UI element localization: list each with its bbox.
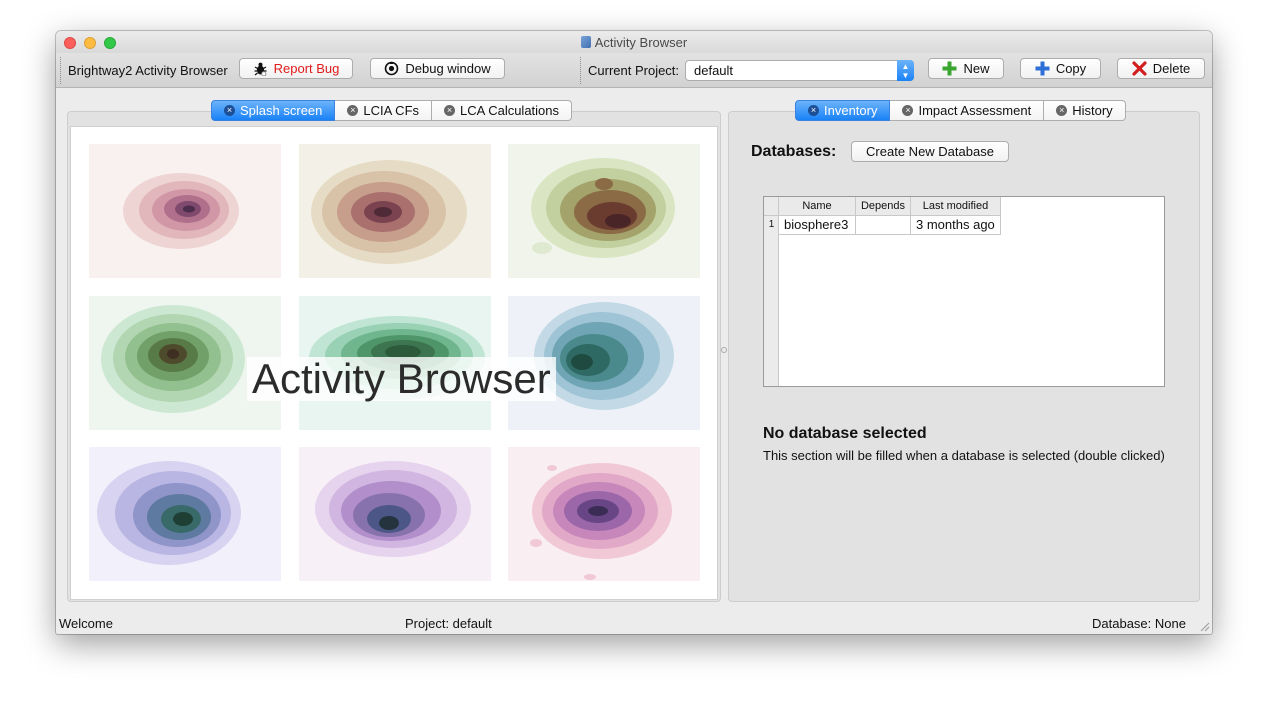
databases-heading: Databases: [751, 143, 837, 160]
status-welcome: Welcome [59, 616, 113, 631]
tab-label: LCA Calculations [460, 103, 560, 118]
close-tab-icon[interactable]: × [224, 105, 235, 116]
new-project-button[interactable]: New [928, 58, 1004, 79]
tab-label: Impact Assessment [918, 103, 1032, 118]
status-project: Project: default [405, 616, 492, 631]
debug-icon [384, 61, 399, 76]
report-bug-label: Report Bug [273, 61, 340, 76]
toolbar-separator [60, 57, 61, 84]
tab-label: Splash screen [240, 103, 323, 118]
toolbar: Brightway2 Activity Browser Report Bug D… [56, 53, 1212, 88]
project-select-value: default [694, 63, 734, 78]
close-tab-icon[interactable]: × [902, 105, 914, 116]
tab-label: Inventory [824, 103, 878, 118]
splash-density-plot-image [508, 447, 700, 581]
tab-impact-assessment[interactable]: × Impact Assessment [890, 100, 1045, 121]
splash-density-plot-image [299, 447, 491, 581]
close-tab-icon[interactable]: × [1056, 105, 1068, 116]
tab-lcia-cfs[interactable]: × LCIA CFs [335, 100, 433, 121]
splash-density-plot-image [89, 144, 281, 278]
window-title-text: Activity Browser [594, 35, 688, 50]
delete-label: Delete [1152, 61, 1191, 76]
splash-density-plot-image [89, 447, 281, 581]
splitter-handle[interactable] [721, 347, 727, 353]
column-header-name[interactable]: Name [779, 197, 856, 216]
no-database-text: This section will be filled when a datab… [763, 448, 1165, 463]
table-cell-depends[interactable] [856, 216, 911, 235]
toolbar-separator [580, 57, 581, 84]
tab-label: History [1072, 103, 1113, 118]
table-corner [764, 197, 779, 216]
splash-screen: Activity Browser [70, 126, 718, 600]
create-new-database-button[interactable]: Create New Database [851, 141, 1009, 162]
plus-green-icon [942, 61, 957, 76]
current-project-label: Current Project: [588, 63, 680, 78]
column-header-depends[interactable]: Depends [856, 197, 911, 216]
window-title: Activity Browser [56, 35, 1212, 50]
plus-blue-icon [1035, 61, 1050, 76]
tab-history[interactable]: × History [1044, 100, 1126, 121]
close-tab-icon[interactable]: × [808, 105, 819, 116]
bug-icon [253, 61, 268, 77]
debug-window-button[interactable]: Debug window [370, 58, 505, 79]
status-database: Database: None [1092, 616, 1186, 631]
red-x-icon [1132, 61, 1147, 76]
copy-project-button[interactable]: Copy [1020, 58, 1101, 79]
updown-arrows-icon[interactable]: ▲ ▼ [897, 60, 914, 81]
column-header-last-modified[interactable]: Last modified [911, 197, 1001, 216]
title-bar[interactable]: Activity Browser [56, 31, 1212, 53]
report-bug-button[interactable]: Report Bug [239, 58, 353, 79]
tab-label: LCIA CFs [363, 103, 420, 118]
app-label: Brightway2 Activity Browser [68, 63, 228, 78]
no-database-title: No database selected [763, 425, 927, 442]
project-select[interactable]: default ▲ ▼ [685, 60, 914, 81]
splash-title: Activity Browser [247, 357, 556, 401]
splash-density-plot-image [299, 144, 491, 278]
debug-window-label: Debug window [405, 61, 491, 76]
table-cell-name[interactable]: biosphere3 [779, 216, 856, 235]
copy-label: Copy [1055, 61, 1087, 76]
tab-inventory[interactable]: × Inventory [795, 100, 891, 121]
row-header-strip [764, 216, 779, 386]
create-new-database-label: Create New Database [866, 144, 994, 159]
table-cell-last-modified[interactable]: 3 months ago [911, 216, 1001, 235]
tab-splash-screen[interactable]: × Splash screen [211, 100, 336, 121]
splash-density-plot-image [508, 144, 700, 278]
left-tab-bar: × Splash screen × LCIA CFs × LCA Calcula… [211, 100, 573, 121]
new-label: New [963, 61, 990, 76]
tab-lca-calculations[interactable]: × LCA Calculations [432, 100, 573, 121]
row-number[interactable]: 1 [764, 216, 779, 234]
app-icon [580, 36, 591, 48]
resize-grip-icon[interactable] [1200, 622, 1210, 632]
close-tab-icon[interactable]: × [347, 105, 359, 116]
app-window: Activity Browser Brightway2 Activity Bro… [56, 31, 1212, 634]
databases-table: Name Depends Last modified 1 biosphere3 … [763, 196, 1165, 387]
delete-project-button[interactable]: Delete [1117, 58, 1205, 79]
close-tab-icon[interactable]: × [444, 105, 456, 116]
right-tab-bar: × Inventory × Impact Assessment × Histor… [795, 100, 1126, 121]
